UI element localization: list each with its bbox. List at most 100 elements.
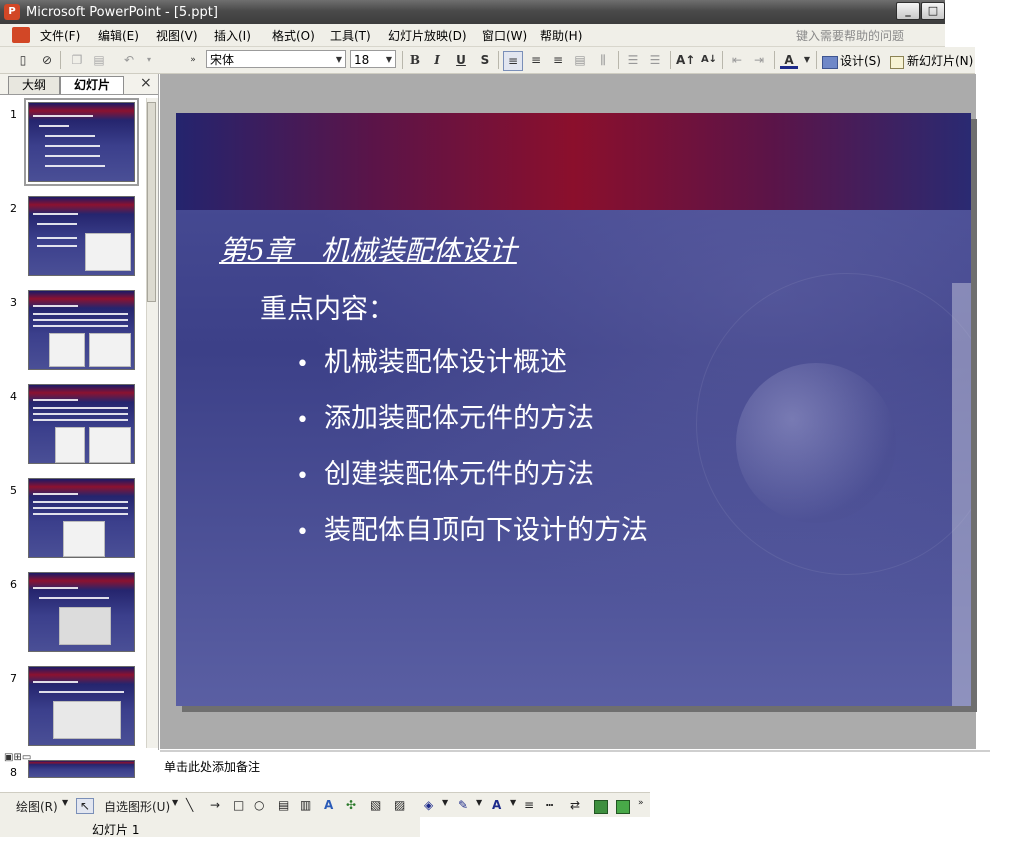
align-center-icon[interactable]: ≡ bbox=[527, 51, 545, 69]
new-document-icon[interactable]: ▯ bbox=[14, 51, 32, 69]
menu-edit[interactable]: 编辑(E) bbox=[98, 27, 139, 44]
tab-outline[interactable]: 大纲 bbox=[8, 76, 60, 94]
bullets-icon[interactable]: ☰ bbox=[646, 51, 664, 69]
text-direction-icon[interactable]: ⫼ bbox=[594, 51, 612, 69]
title-bar: P Microsoft PowerPoint - [5.ppt] _ □ bbox=[0, 0, 945, 24]
powerpoint-app-icon[interactable]: P bbox=[4, 4, 20, 20]
bold-button[interactable]: B bbox=[406, 51, 424, 69]
notes-placeholder[interactable]: 单击此处添加备注 bbox=[164, 758, 260, 775]
chevron-down-icon[interactable]: ▼ bbox=[172, 798, 178, 807]
slide-thumbnail-3[interactable] bbox=[28, 290, 135, 370]
menu-format[interactable]: 格式(O) bbox=[272, 27, 315, 44]
close-icon[interactable]: × bbox=[140, 75, 152, 91]
toolbar-separator bbox=[60, 51, 61, 69]
slide-thumbnail-6[interactable] bbox=[28, 572, 135, 652]
bullet-item[interactable]: • 添加装配体元件的方法 bbox=[296, 396, 594, 435]
rectangle-icon[interactable]: □ bbox=[233, 798, 244, 812]
minimize-button[interactable]: _ bbox=[896, 2, 920, 20]
picture-icon[interactable]: ▨ bbox=[394, 798, 405, 812]
diagram-icon[interactable]: ✣ bbox=[346, 798, 356, 812]
arrow-style-icon[interactable]: ⇄ bbox=[570, 798, 580, 812]
toolbar-separator bbox=[816, 51, 817, 69]
chevron-down-icon[interactable]: ▼ bbox=[442, 798, 448, 807]
menu-tools[interactable]: 工具(T) bbox=[330, 27, 371, 44]
shadow-style-icon[interactable] bbox=[594, 800, 608, 814]
justify-icon[interactable]: ▤ bbox=[571, 51, 589, 69]
scrollbar-thumb[interactable] bbox=[147, 102, 156, 302]
slide-thumbnail-1[interactable] bbox=[24, 98, 139, 186]
design-button[interactable]: 设计(S) bbox=[840, 52, 881, 69]
copy-icon[interactable]: ❐ bbox=[68, 51, 86, 69]
chevron-down-icon[interactable]: ▼ bbox=[476, 798, 482, 807]
slide-subtitle[interactable]: 重点内容： bbox=[260, 287, 395, 326]
menu-help[interactable]: 帮助(H) bbox=[540, 27, 582, 44]
arrow-icon[interactable]: → bbox=[210, 798, 220, 812]
tab-slides[interactable]: 幻灯片 bbox=[60, 76, 124, 94]
3d-style-icon[interactable] bbox=[616, 800, 630, 814]
undo-icon[interactable]: ↶ bbox=[120, 51, 138, 69]
font-color-icon[interactable]: A bbox=[492, 798, 501, 812]
slide-title[interactable]: 第5章 机械装配体设计 bbox=[219, 229, 517, 269]
align-right-icon[interactable]: ≡ bbox=[549, 51, 567, 69]
underline-button[interactable]: U bbox=[452, 51, 470, 69]
italic-button[interactable]: I bbox=[428, 51, 446, 69]
font-size-select[interactable]: 18 ▼ bbox=[350, 50, 396, 68]
font-name-select[interactable]: 宋体 ▼ bbox=[206, 50, 346, 68]
slide-sorter-icon[interactable]: ⊞ bbox=[13, 752, 21, 763]
slide-number: 8 bbox=[10, 766, 17, 779]
paste-icon[interactable]: ▤ bbox=[90, 51, 108, 69]
fill-color-icon[interactable]: ◈ bbox=[424, 798, 433, 812]
menu-view[interactable]: 视图(V) bbox=[156, 27, 198, 44]
slide-thumbnail-8[interactable] bbox=[28, 760, 135, 778]
decrease-font-icon[interactable]: A↓ bbox=[700, 51, 718, 69]
current-slide[interactable]: 第5章 机械装配体设计 重点内容： • 机械装配体设计概述 • 添加装配体元件的方法… bbox=[176, 113, 971, 706]
font-color-button[interactable]: A bbox=[780, 51, 798, 69]
toolbar-options-icon[interactable]: » bbox=[184, 51, 202, 69]
vertical-textbox-icon[interactable]: ▥ bbox=[300, 798, 311, 812]
help-question-input[interactable]: 键入需要帮助的问题 bbox=[796, 27, 904, 44]
line-style-icon[interactable]: ≡ bbox=[524, 798, 534, 812]
bullet-item[interactable]: • 装配体自顶向下设计的方法 bbox=[296, 508, 648, 547]
slide-thumbnail-4[interactable] bbox=[28, 384, 135, 464]
dash-style-icon[interactable]: ┅ bbox=[546, 798, 553, 812]
toolbar-separator bbox=[498, 51, 499, 69]
autoshapes-button[interactable]: 自选图形(U) bbox=[104, 798, 170, 815]
permission-icon[interactable]: ⊘ bbox=[38, 51, 56, 69]
chevron-down-icon[interactable]: ▼ bbox=[798, 51, 816, 69]
bullet-text: 创建装配体元件的方法 bbox=[324, 459, 594, 490]
select-pointer-icon[interactable]: ↖ bbox=[76, 798, 94, 814]
line-icon[interactable]: ╲ bbox=[186, 798, 193, 812]
chevron-down-icon[interactable]: ▼ bbox=[62, 798, 68, 807]
slide-thumbnail-7[interactable] bbox=[28, 666, 135, 746]
numbering-icon[interactable]: ☰ bbox=[624, 51, 642, 69]
chevron-down-icon[interactable]: ▼ bbox=[510, 798, 516, 807]
undo-dropdown-icon[interactable]: ▾ bbox=[140, 51, 158, 69]
textbox-icon[interactable]: ▤ bbox=[278, 798, 289, 812]
maximize-button[interactable]: □ bbox=[921, 2, 945, 20]
shadow-button[interactable]: S bbox=[476, 51, 494, 69]
pane-tab-strip: 大纲 幻灯片 × bbox=[0, 74, 158, 95]
increase-indent-icon[interactable]: ⇥ bbox=[750, 51, 768, 69]
clipart-icon[interactable]: ▧ bbox=[370, 798, 381, 812]
notes-pane[interactable] bbox=[160, 750, 990, 793]
bullet-item[interactable]: • 机械装配体设计概述 bbox=[296, 340, 567, 379]
bullet-item[interactable]: • 创建装配体元件的方法 bbox=[296, 452, 594, 491]
line-color-icon[interactable]: ✎ bbox=[458, 798, 468, 812]
slide-number: 4 bbox=[10, 390, 17, 403]
decrease-indent-icon[interactable]: ⇤ bbox=[728, 51, 746, 69]
slide-thumbnail-5[interactable] bbox=[28, 478, 135, 558]
toolbar-options-icon[interactable]: » bbox=[638, 798, 644, 808]
document-icon[interactable] bbox=[12, 27, 30, 43]
oval-icon[interactable]: ○ bbox=[254, 798, 264, 812]
new-slide-button[interactable]: 新幻灯片(N) bbox=[907, 52, 973, 69]
menu-slideshow[interactable]: 幻灯片放映(D) bbox=[388, 27, 467, 44]
slideshow-icon[interactable]: ▭ bbox=[22, 752, 31, 763]
wordart-icon[interactable]: A bbox=[324, 798, 333, 812]
menu-insert[interactable]: 插入(I) bbox=[214, 27, 251, 44]
slide-thumbnail-2[interactable] bbox=[28, 196, 135, 276]
draw-menu-button[interactable]: 绘图(R) bbox=[16, 798, 58, 815]
increase-font-icon[interactable]: A↑ bbox=[676, 51, 695, 69]
menu-window[interactable]: 窗口(W) bbox=[482, 27, 527, 44]
menu-file[interactable]: 文件(F) bbox=[40, 27, 80, 44]
align-left-icon[interactable]: ≡ bbox=[503, 51, 523, 71]
